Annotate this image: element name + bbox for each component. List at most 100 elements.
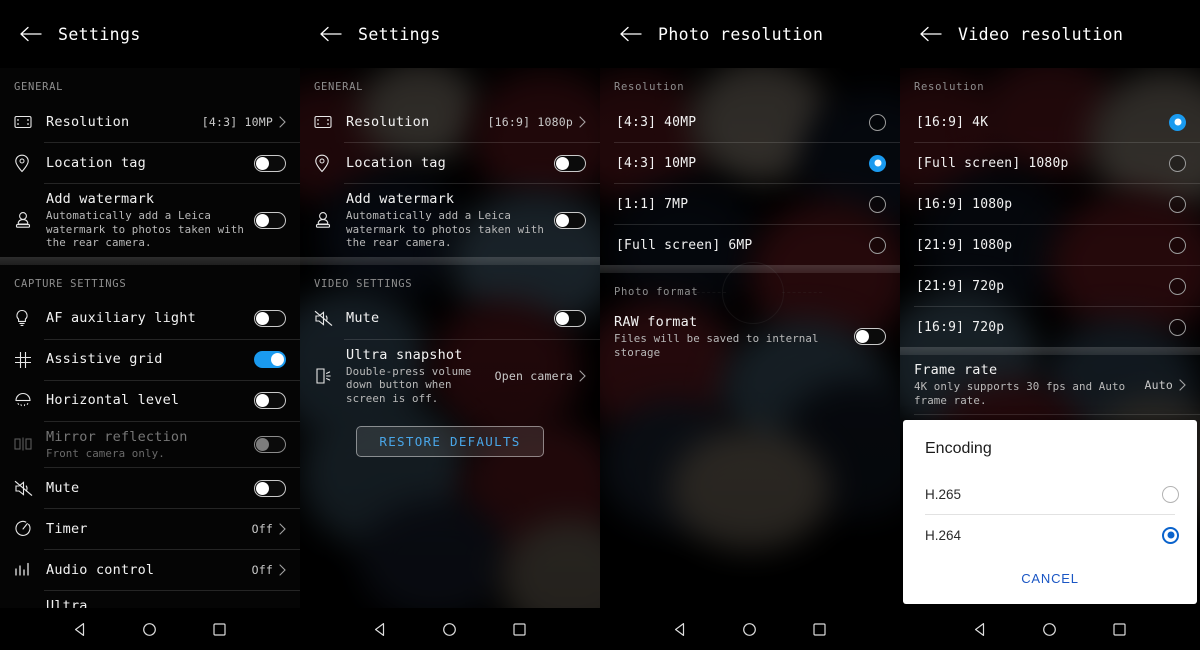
row-sublabel: Files will be saved to internal storage: [614, 332, 819, 359]
circle-home-icon[interactable]: [740, 619, 760, 639]
arrow-back-icon[interactable]: [614, 17, 648, 51]
toggle-add-watermark[interactable]: [554, 211, 586, 229]
android-navbar: [300, 608, 600, 650]
row-value: Off: [251, 563, 273, 577]
row-label: Assistive grid: [46, 351, 163, 367]
arrow-back-icon[interactable]: [14, 17, 48, 51]
toggle-location-tag[interactable]: [554, 154, 586, 172]
dialog-actions: CANCEL: [903, 555, 1197, 604]
dialog-option-h264[interactable]: H.264: [903, 515, 1197, 555]
cancel-button[interactable]: CANCEL: [1021, 571, 1079, 586]
radio-11-7mp[interactable]: [869, 195, 886, 213]
encoding-dialog: Encoding H.265 H.264 CANCEL: [903, 420, 1197, 604]
row-sublabel: Double-press volume down button when scr…: [346, 364, 472, 405]
row-resolution[interactable]: Resolution [16:9] 1080p: [300, 102, 600, 142]
ultra-snapshot-icon: [314, 367, 344, 385]
restore-defaults-wrap: RESTORE DEFAULTS: [300, 412, 600, 457]
row-location-tag[interactable]: Location tag: [300, 143, 600, 183]
toggle-mute[interactable]: [554, 310, 586, 327]
toggle-assistive-grid[interactable]: [254, 351, 286, 368]
screenshot-strip: Settings GENERAL Resolution [4:3] 10MP L…: [0, 0, 1200, 650]
panel3-topbar: Photo resolution: [600, 0, 900, 68]
panel1-content: GENERAL Resolution [4:3] 10MP Location t…: [0, 68, 300, 650]
timer-icon: [14, 520, 44, 538]
page-title: Settings: [358, 24, 441, 44]
mirror-icon: [14, 436, 44, 452]
option-row-fullscreen-6mp[interactable]: [Full screen] 6MP: [600, 225, 900, 265]
row-add-watermark[interactable]: Add watermark Automatically add a Leica …: [300, 184, 600, 257]
row-ultra-snapshot[interactable]: Ultra snapshot Double-press volume down …: [300, 340, 600, 413]
row-sublabel: Automatically add a Leica watermark to p…: [46, 209, 245, 249]
row-label: Add watermark: [346, 191, 455, 207]
row-label: Location tag: [346, 154, 446, 171]
section-gap-divider: [0, 256, 300, 265]
row-add-watermark[interactable]: Add watermark Automatically add a Leica …: [0, 184, 300, 257]
film-strip-icon: [314, 115, 344, 129]
radio-43-10mp[interactable]: [869, 154, 886, 172]
section-label-general: GENERAL: [314, 81, 364, 93]
row-label: Resolution: [46, 113, 130, 130]
triangle-back-icon[interactable]: [371, 619, 391, 639]
option-row-43-40mp[interactable]: [4:3] 40MP: [600, 102, 900, 142]
radio-h265[interactable]: [1162, 485, 1179, 503]
circle-home-icon[interactable]: [440, 619, 460, 639]
radio-h264[interactable]: [1162, 526, 1179, 544]
mute-icon: [14, 480, 44, 497]
row-label: RAW format: [614, 314, 698, 330]
row-label: AF auxiliary light: [46, 310, 196, 326]
row-label: Add watermark: [46, 191, 155, 207]
toggle-raw-format[interactable]: [854, 328, 886, 345]
row-label: Audio control: [46, 561, 155, 578]
row-value: [16:9] 1080p: [487, 115, 573, 129]
dialog-option-label: H.264: [925, 527, 962, 543]
row-assistive-grid[interactable]: Assistive grid: [0, 340, 300, 380]
lightbulb-icon: [14, 309, 44, 328]
chevron-right-icon: [279, 523, 286, 535]
radio-fullscreen-6mp[interactable]: [869, 236, 886, 254]
dialog-option-h265[interactable]: H.265: [903, 474, 1197, 514]
row-mute[interactable]: Mute: [0, 468, 300, 508]
row-audio-control[interactable]: Audio control Off: [0, 550, 300, 590]
arrow-back-icon[interactable]: [314, 17, 348, 51]
location-pin-icon: [14, 154, 44, 173]
row-mute[interactable]: Mute: [300, 299, 600, 339]
row-mirror-reflection: Mirror reflection Front camera only.: [0, 422, 300, 468]
option-row-43-10mp[interactable]: [4:3] 10MP: [600, 143, 900, 183]
section-label-resolution: Resolution: [614, 81, 685, 93]
row-label: Ultra snapshot: [346, 346, 463, 363]
watermark-stamp-icon: [314, 211, 344, 230]
restore-defaults-button[interactable]: RESTORE DEFAULTS: [356, 426, 544, 457]
square-recents-icon[interactable]: [209, 619, 229, 639]
row-location-tag[interactable]: Location tag: [0, 143, 300, 183]
option-row-11-7mp[interactable]: [1:1] 7MP: [600, 184, 900, 224]
dialog-option-label: H.265: [925, 486, 962, 502]
square-recents-icon[interactable]: [509, 619, 529, 639]
row-sublabel: Front camera only.: [46, 446, 165, 460]
row-label: Mute: [346, 310, 380, 326]
section-gap-divider: [600, 265, 900, 273]
toggle-location-tag[interactable]: [254, 154, 286, 172]
row-af-auxiliary-light[interactable]: AF auxiliary light: [0, 299, 300, 339]
panel-camera-settings-photo: Settings GENERAL Resolution [4:3] 10MP L…: [0, 0, 300, 650]
square-recents-icon[interactable]: [809, 619, 829, 639]
triangle-back-icon[interactable]: [671, 619, 691, 639]
section-label-video-settings: VIDEO SETTINGS: [314, 277, 413, 290]
row-resolution[interactable]: Resolution [4:3] 10MP: [0, 102, 300, 142]
circle-home-icon[interactable]: [140, 619, 160, 639]
row-label: Mirror reflection: [46, 428, 188, 445]
row-timer[interactable]: Timer Off: [0, 509, 300, 549]
toggle-horizontal-level[interactable]: [254, 392, 286, 409]
row-value: [4:3] 10MP: [201, 115, 273, 129]
triangle-back-icon[interactable]: [71, 619, 91, 639]
toggle-mirror-reflection: [254, 435, 286, 453]
audio-bars-icon: [14, 562, 44, 578]
toggle-add-watermark[interactable]: [254, 211, 286, 229]
toggle-mute[interactable]: [254, 479, 286, 497]
panel-camera-settings-video: Settings GENERAL Resolution [16:9] 1080p…: [300, 0, 600, 650]
toggle-af-auxiliary-light[interactable]: [254, 310, 286, 327]
level-icon: [14, 392, 44, 409]
row-horizontal-level[interactable]: Horizontal level: [0, 381, 300, 421]
row-raw-format[interactable]: RAW format Files will be saved to intern…: [600, 307, 900, 366]
radio-43-40mp[interactable]: [869, 113, 886, 131]
chevron-right-icon: [579, 370, 586, 382]
